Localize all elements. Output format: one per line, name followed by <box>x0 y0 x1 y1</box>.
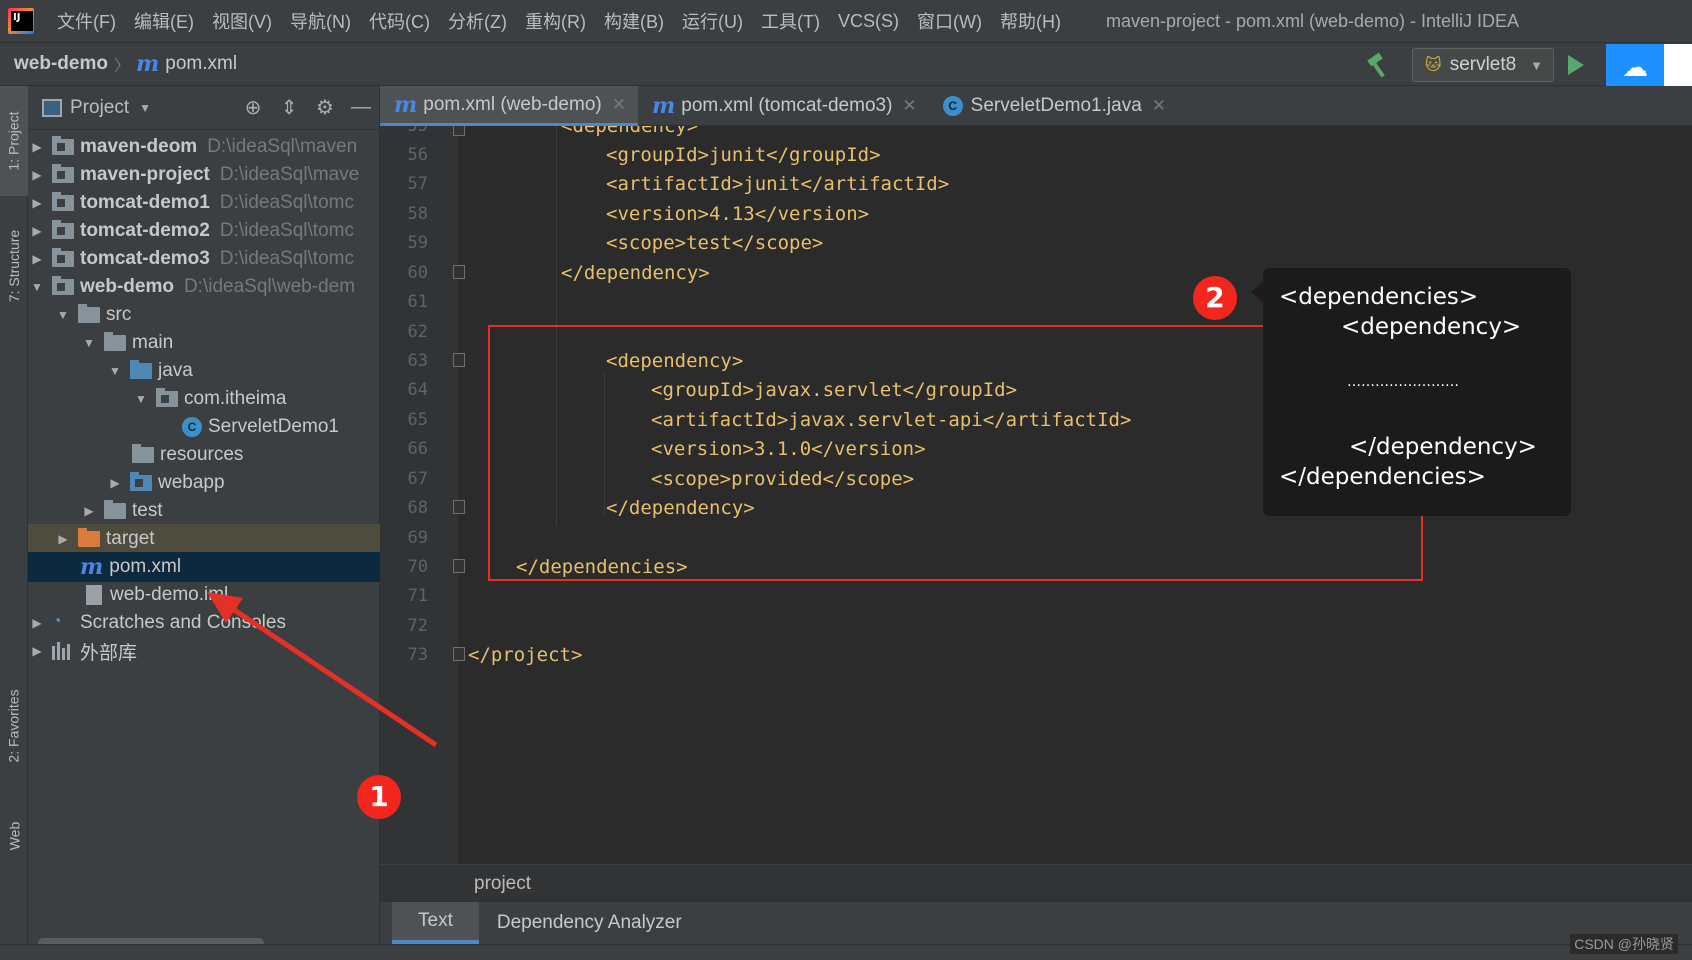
watermark: CSDN @孙晓贤 <box>1570 934 1678 954</box>
status-bar <box>0 944 1692 960</box>
editor-breadcrumb: project <box>380 864 1692 902</box>
editor-bottom-tabs: Text Dependency Analyzer <box>380 902 1692 944</box>
arrow-head <box>207 592 243 623</box>
breadcrumb-project-tag[interactable]: project <box>474 873 531 895</box>
tab-dependency-analyzer[interactable]: Dependency Analyzer <box>479 902 700 944</box>
annotation-arrow <box>207 592 438 748</box>
arrow-shaft <box>228 604 438 748</box>
tab-text[interactable]: Text <box>392 902 479 944</box>
